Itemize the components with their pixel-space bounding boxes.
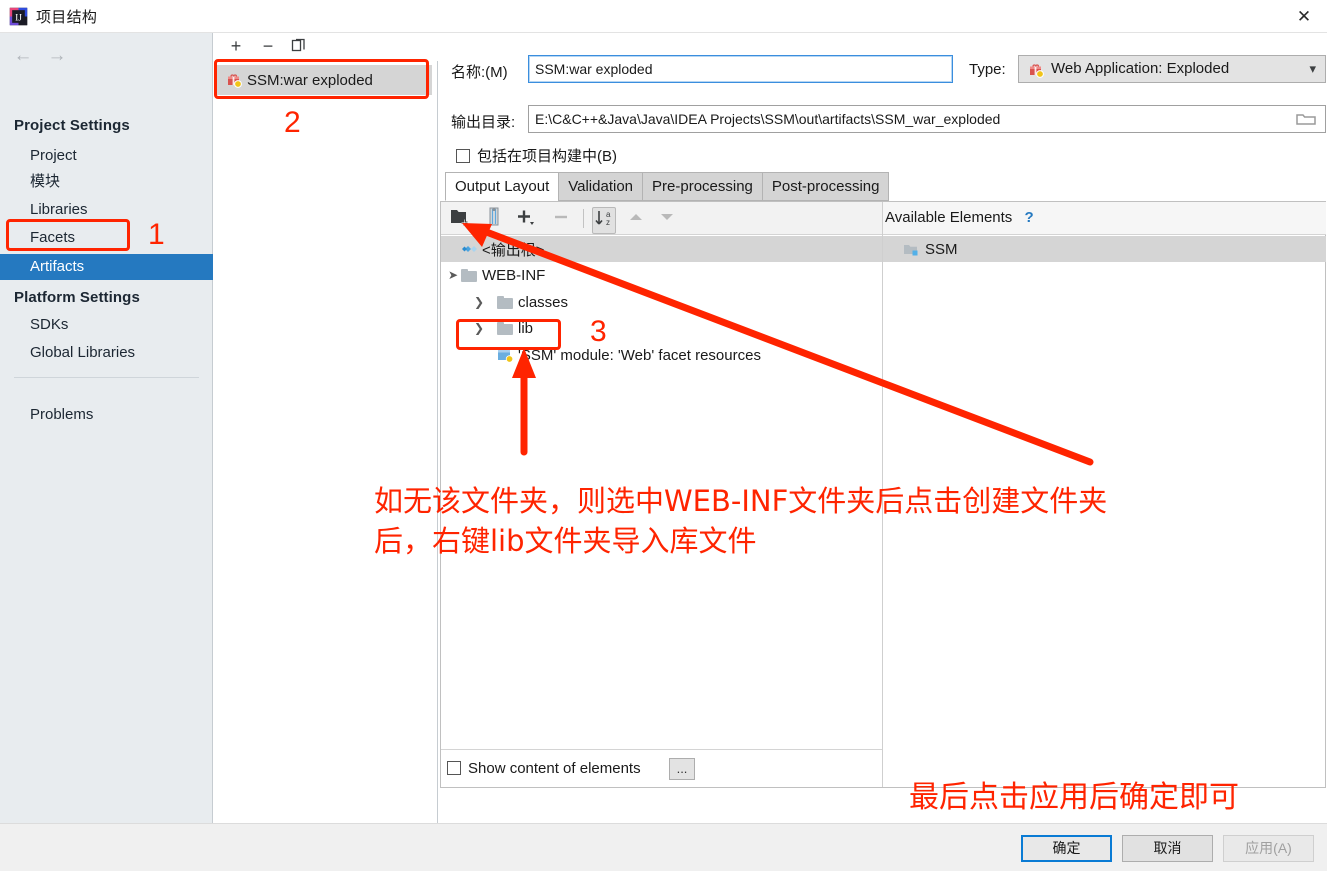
sidebar-group-project-settings: Project Settings [14, 117, 130, 134]
include-in-build-checkbox[interactable]: 包括在项目构建中(B) [456, 145, 617, 166]
chevron-right-icon[interactable]: ❯ [471, 321, 487, 335]
artifact-type-select[interactable]: Web Application: Exploded ▾ [1018, 55, 1326, 83]
output-dir-label: 输出目录: [451, 114, 516, 131]
tab-output-layout[interactable]: Output Layout [445, 172, 559, 201]
annotation-step-3: 3 [590, 315, 607, 348]
chevron-down-icon[interactable]: ▾ [1309, 56, 1316, 82]
tree-row-web-inf[interactable]: ➤ WEB-INF [445, 262, 545, 288]
available-element-ssm[interactable]: SSM [903, 236, 958, 262]
cancel-button[interactable]: 取消 [1122, 835, 1213, 862]
artifacts-toolbar: + − [213, 33, 438, 61]
sidebar-item-problems[interactable]: Problems [0, 402, 213, 428]
available-elements-label: Available Elements [885, 209, 1013, 226]
show-content-text: Show content of elements [468, 760, 641, 777]
sidebar-group-platform-settings: Platform Settings [14, 289, 140, 306]
tree-row-classes[interactable]: ❯ classes [471, 289, 568, 315]
annotation-note-bottom: 最后点击应用后确定即可 [909, 780, 1239, 815]
add-artifact-button[interactable]: + [224, 36, 248, 58]
output-layout-toolbar: a z [441, 202, 882, 235]
show-content-checkbox[interactable]: Show content of elements [447, 760, 641, 777]
chevron-down-icon[interactable]: ➤ [445, 268, 461, 282]
folder-icon [461, 268, 477, 282]
sidebar-divider [14, 377, 199, 378]
tab-post-processing[interactable]: Post-processing [761, 172, 890, 201]
name-label: 名称:(M) [451, 64, 508, 81]
folder-icon [497, 321, 513, 335]
detail-tabs: Output Layout Validation Pre-processing … [445, 172, 890, 201]
annotation-step-1: 1 [148, 218, 165, 251]
create-directory-button[interactable] [450, 207, 472, 232]
sidebar-item-libraries[interactable]: Libraries [0, 197, 213, 223]
available-elements-header: Available Elements ? [883, 202, 1326, 235]
settings-sidebar: ← → Project Settings Project 模块 Librarie… [0, 33, 213, 823]
artifacts-list-panel: + − SSM:war exploded [213, 33, 438, 823]
sidebar-item-global-libraries[interactable]: Global Libraries [0, 340, 213, 366]
web-facet-icon [498, 349, 514, 363]
move-up-button[interactable] [626, 207, 646, 232]
artifact-list-item-ssm-war-exploded[interactable]: SSM:war exploded [217, 65, 432, 95]
arrow-left-icon[interactable]: ← [10, 44, 36, 68]
artifact-list-item-label: SSM:war exploded [247, 71, 373, 89]
tab-validation[interactable]: Validation [558, 172, 643, 201]
sidebar-item-facets[interactable]: Facets [0, 225, 213, 251]
annotation-step-2: 2 [284, 106, 301, 139]
toolbar-divider [583, 209, 584, 228]
tree-row-output-root[interactable]: <输出根> [445, 236, 545, 262]
window-title-bar: IJ 项目结构 ✕ [0, 0, 1327, 33]
chevron-right-icon[interactable]: ❯ [471, 295, 487, 309]
tree-label: lib [518, 319, 534, 337]
help-icon[interactable]: ? [1024, 209, 1033, 226]
show-content-options-button[interactable]: ... [669, 758, 695, 780]
close-icon[interactable]: ✕ [1281, 0, 1327, 33]
war-exploded-artifact-icon [1030, 64, 1044, 78]
checkbox-box [456, 149, 470, 163]
window-title: 项目结构 [36, 9, 98, 26]
sidebar-item-artifacts[interactable]: Artifacts [0, 254, 213, 280]
folder-icon [497, 295, 513, 309]
checkbox-box [447, 761, 461, 775]
remove-element-button[interactable] [551, 207, 571, 232]
artifact-type-value: Web Application: Exploded [1051, 60, 1230, 77]
svg-text:IJ: IJ [15, 13, 22, 23]
module-folder-icon [904, 244, 918, 255]
arrow-right-icon[interactable]: → [44, 44, 70, 68]
war-exploded-artifact-icon [228, 74, 242, 88]
tree-label: classes [518, 293, 569, 311]
annotation-note-line2: 后，右键lib文件夹导入库文件 [374, 524, 757, 558]
tree-row-web-facet-resources[interactable]: 'SSM' module: 'Web' facet resources [471, 342, 761, 368]
tree-label: 'SSM' module: 'Web' facet resources [518, 346, 761, 364]
output-directory-input[interactable]: E:\C&C++&Java\Java\IDEA Projects\SSM\out… [528, 105, 1326, 133]
annotation-note-line1: 如无该文件夹，则选中WEB-INF文件夹后点击创建文件夹 [374, 484, 1108, 518]
output-root-icon [462, 246, 477, 252]
available-element-label: SSM [925, 240, 958, 258]
tab-pre-processing[interactable]: Pre-processing [642, 172, 762, 201]
folder-browse-icon[interactable] [1296, 111, 1316, 131]
apply-button[interactable]: 应用(A) [1223, 835, 1314, 862]
ok-button[interactable]: 确定 [1021, 835, 1112, 862]
sort-alphabetically-button[interactable]: a z [592, 207, 616, 234]
move-down-button[interactable] [657, 207, 677, 232]
tree-label: WEB-INF [482, 266, 546, 284]
add-copy-of-button[interactable] [515, 207, 539, 232]
sidebar-item-sdks[interactable]: SDKs [0, 312, 213, 338]
sidebar-item-modules[interactable]: 模块 [0, 169, 213, 195]
type-label: Type: [969, 61, 1006, 78]
nav-arrows: ← → [10, 44, 80, 68]
output-layout-footer: Show content of elements ... [441, 749, 882, 787]
tree-row-lib[interactable]: ❯ lib [471, 315, 533, 341]
copy-artifact-icon[interactable] [287, 36, 311, 58]
artifact-name-input[interactable]: SSM:war exploded [528, 55, 953, 83]
intellij-idea-icon: IJ [9, 7, 28, 26]
tree-label: <输出根> [482, 241, 545, 259]
include-in-build-label: 包括在项目构建中(B) [477, 148, 617, 165]
dialog-button-bar: 确定 取消 应用(A) [0, 823, 1327, 871]
remove-artifact-button[interactable]: − [256, 36, 280, 58]
svg-text:z: z [606, 218, 610, 227]
sidebar-item-project[interactable]: Project [0, 143, 213, 169]
create-archive-button[interactable] [486, 207, 502, 232]
